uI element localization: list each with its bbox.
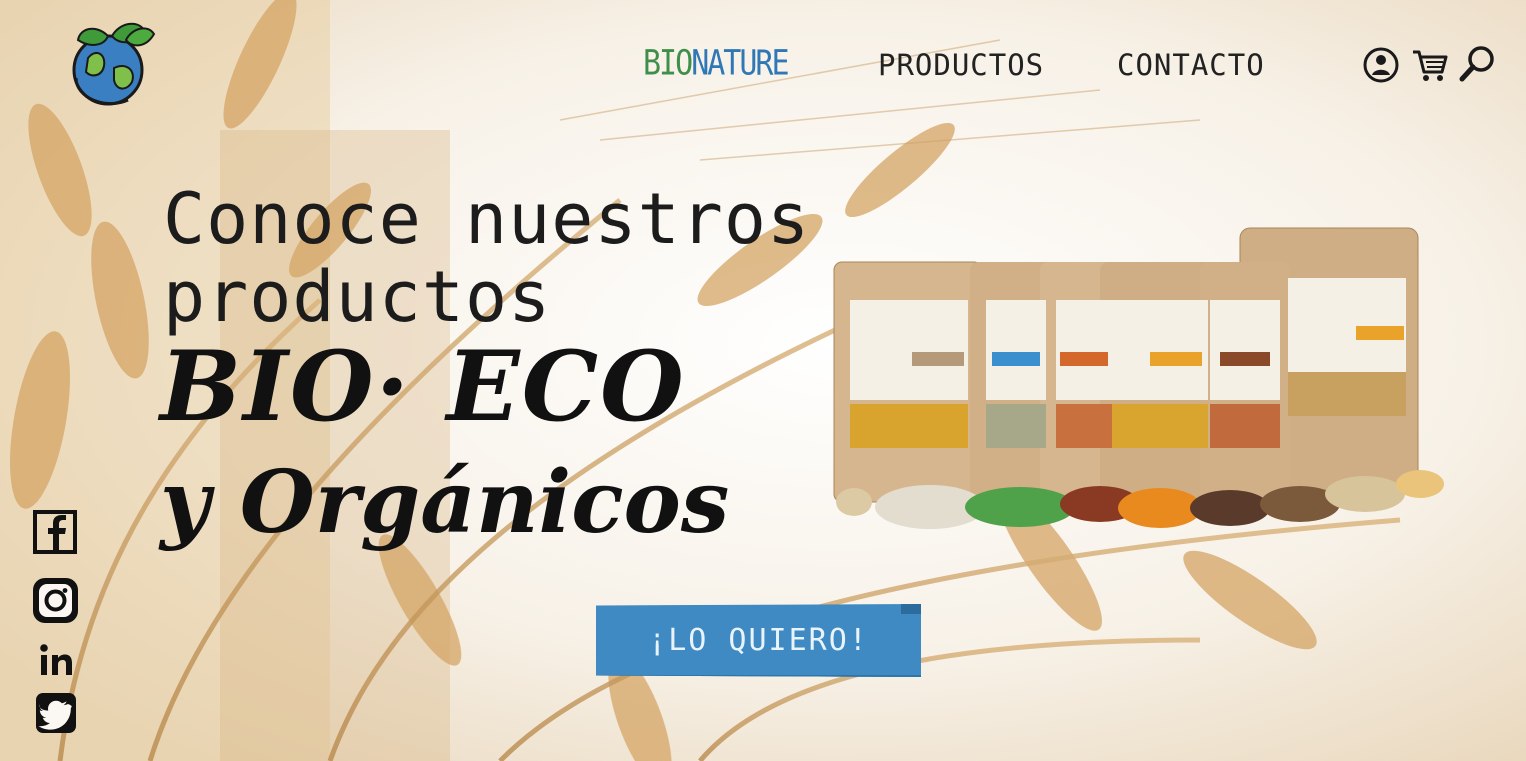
user-icon[interactable]: [1362, 44, 1400, 84]
product-packs-image: [820, 222, 1470, 542]
nav-productos-link[interactable]: PRODUCTOS: [878, 48, 1044, 82]
cart-icon[interactable]: [1410, 44, 1448, 84]
hero-heading-line2: productos: [163, 256, 552, 338]
search-icon[interactable]: [1458, 44, 1496, 84]
hero-heading-organicos: y Orgánicos: [160, 452, 730, 553]
nav-contacto-link[interactable]: CONTACTO: [1117, 48, 1265, 82]
main-navigation: BIONATURE PRODUCTOS CONTACTO: [0, 43, 1526, 84]
lo-quiero-button[interactable]: ¡LO QUIERO!: [596, 604, 921, 677]
facebook-icon[interactable]: [30, 508, 80, 558]
instagram-icon[interactable]: [30, 576, 80, 626]
nav-brand-link[interactable]: BIONATURE: [643, 43, 790, 84]
hero-heading-bio-eco: BIO· ECO: [160, 330, 686, 443]
brand-part-nature: NATURE: [691, 43, 789, 84]
brand-part-bio: BIO: [643, 43, 693, 84]
hero-heading-line1: Conoce nuestros: [163, 178, 811, 260]
linkedin-icon[interactable]: [30, 638, 80, 688]
twitter-icon[interactable]: [30, 690, 80, 740]
